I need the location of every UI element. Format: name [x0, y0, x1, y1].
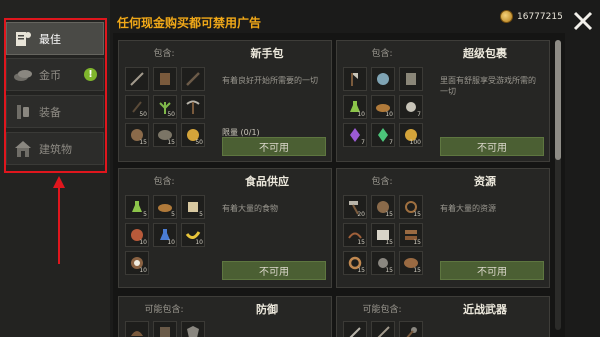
item-slot[interactable]: 15 — [399, 195, 423, 219]
item-slot[interactable] — [181, 95, 205, 119]
item-slot[interactable]: 15 — [125, 123, 149, 147]
item-slot[interactable]: 50 — [153, 95, 177, 119]
annotation-arrow — [58, 186, 60, 264]
spear-icon — [130, 72, 144, 86]
contains-label: 包含: — [371, 49, 393, 59]
page-title: 任何现金购买都可禁用广告 — [117, 16, 262, 30]
buy-button[interactable]: 不可用 — [440, 261, 544, 280]
item-slot[interactable] — [125, 67, 149, 91]
item-slot[interactable] — [343, 67, 367, 91]
pack-description: 有着良好开始所需要的一切 — [222, 76, 318, 85]
scrollbar[interactable] — [555, 40, 561, 330]
pack-title: 食品供应 — [245, 175, 289, 188]
coin-amount: 16777215 — [517, 11, 563, 22]
item-slot[interactable] — [399, 321, 423, 337]
item-slot[interactable]: 15 — [371, 251, 395, 275]
shield-icon — [187, 326, 199, 337]
pack-title: 防御 — [256, 303, 278, 316]
item-slot[interactable]: 10 — [181, 223, 205, 247]
pack-title: 新手包 — [250, 47, 284, 60]
pack-description: 有着大量的食物 — [222, 204, 278, 213]
item-slot[interactable]: 15 — [371, 195, 395, 219]
item-slot[interactable]: 10 — [343, 95, 367, 119]
contains-label: 包含: — [153, 177, 175, 187]
scroll-thumb[interactable] — [555, 40, 561, 160]
item-slot[interactable]: 50 — [181, 123, 205, 147]
pack-card-starter: 包含: 新手包 50 50 15 15 50 有着良好开始所需要的一切 限量 (… — [118, 40, 332, 162]
contains-label: 可能包含: — [362, 305, 402, 315]
item-slot[interactable]: 5 — [125, 195, 149, 219]
close-button[interactable] — [570, 8, 596, 34]
chest-armor-icon — [406, 73, 416, 85]
item-slot[interactable] — [153, 67, 177, 91]
item-slot[interactable]: 15 — [343, 223, 367, 247]
item-slot[interactable] — [125, 321, 149, 337]
item-slot[interactable] — [343, 321, 367, 337]
leather-armor-icon — [160, 73, 170, 85]
item-slot[interactable]: 7 — [399, 95, 423, 119]
pack-description: 有着大量的资源 — [440, 204, 496, 213]
item-slot[interactable] — [371, 67, 395, 91]
contains-label: 可能包含: — [144, 305, 184, 315]
item-slot[interactable]: 10 — [371, 95, 395, 119]
pack-card-super: 包含: 超级包裹 10 10 7 7 7 100 里面有舒服享受游戏所需的一切 … — [336, 40, 550, 162]
annotation-highlight-box — [4, 18, 107, 173]
pack-card-melee: 可能包含: 近战武器 — [336, 296, 550, 337]
pack-title: 资源 — [474, 175, 496, 188]
item-slot[interactable] — [399, 67, 423, 91]
iron-ore-icon — [377, 73, 389, 85]
item-slot[interactable]: 10 — [125, 223, 149, 247]
item-slot[interactable]: 50 — [125, 95, 149, 119]
item-slot[interactable]: 7 — [343, 123, 367, 147]
close-icon — [573, 11, 593, 31]
item-slot[interactable]: 15 — [153, 123, 177, 147]
item-slot[interactable]: 15 — [399, 223, 423, 247]
pack-title: 超级包裹 — [463, 47, 507, 60]
staff-icon — [186, 72, 200, 86]
helmet-icon — [131, 331, 143, 336]
item-slot[interactable]: 10 — [125, 251, 149, 275]
item-slot[interactable] — [371, 321, 395, 337]
item-slot[interactable]: 10 — [153, 223, 177, 247]
pack-title: 近战武器 — [463, 303, 507, 316]
item-slot[interactable]: 100 — [399, 123, 423, 147]
sword-icon — [349, 327, 361, 337]
pack-description: 里面有舒服享受游戏所需的一切 — [440, 76, 536, 96]
pack-card-defense: 可能包含: 防御 — [118, 296, 332, 337]
item-slot[interactable]: 15 — [371, 223, 395, 247]
item-slot[interactable] — [181, 321, 205, 337]
mace-icon — [406, 327, 417, 337]
buy-button[interactable]: 不可用 — [222, 261, 326, 280]
buy-button[interactable]: 不可用 — [222, 137, 326, 156]
item-slot[interactable]: 15 — [343, 251, 367, 275]
contains-label: 包含: — [371, 177, 393, 187]
buy-button[interactable]: 不可用 — [440, 137, 544, 156]
contains-label: 包含: — [153, 49, 175, 59]
item-slot[interactable]: 5 — [181, 195, 205, 219]
item-slot[interactable] — [181, 67, 205, 91]
axe-icon — [351, 73, 358, 86]
coin-balance: 16777215 — [500, 10, 563, 23]
item-slot[interactable]: 20 — [343, 195, 367, 219]
armor-icon — [160, 327, 170, 337]
item-slot[interactable] — [153, 321, 177, 337]
pack-card-resources: 包含: 资源 20 15 15 15 15 15 15 15 15 有着大量的资… — [336, 168, 550, 288]
spear-icon — [377, 326, 390, 337]
item-slot[interactable]: 5 — [153, 195, 177, 219]
pickaxe-icon — [186, 100, 200, 114]
pack-card-food: 包含: 食品供应 5 5 5 10 10 10 10 有着大量的食物 不可用 — [118, 168, 332, 288]
item-slot[interactable]: 7 — [371, 123, 395, 147]
item-slot[interactable]: 15 — [399, 251, 423, 275]
coin-icon — [500, 10, 513, 23]
